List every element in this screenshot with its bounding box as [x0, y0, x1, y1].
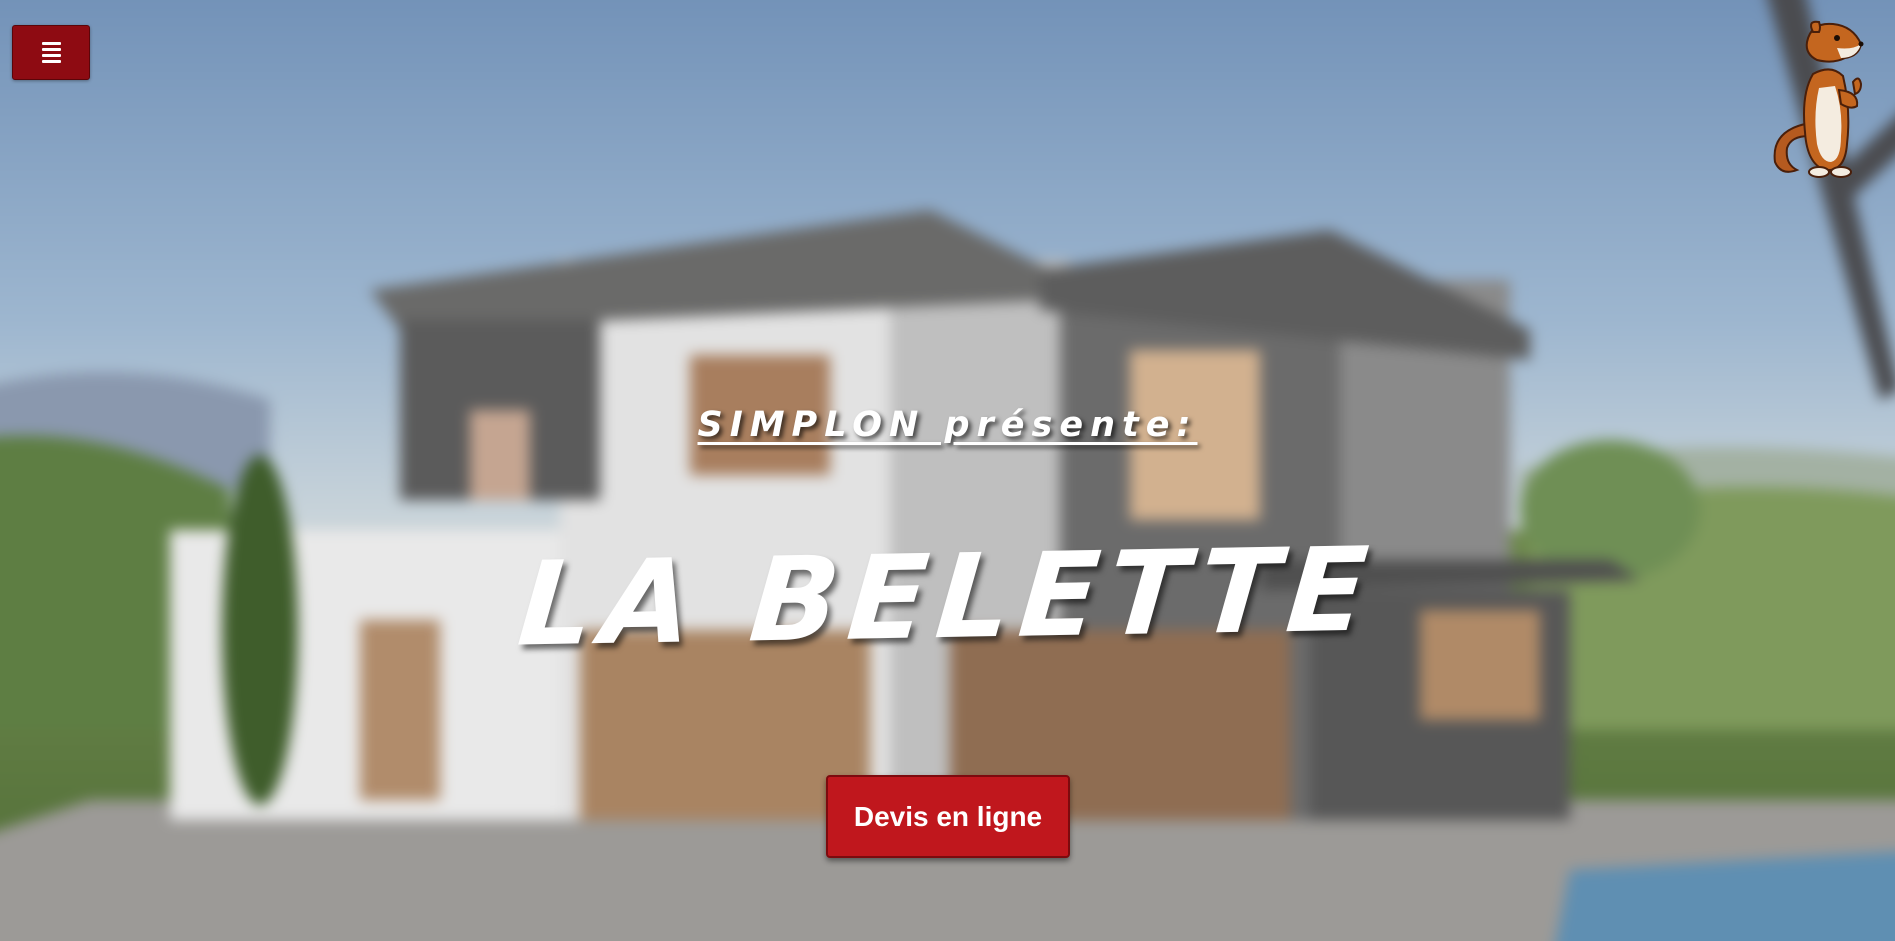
weasel-mascot-logo	[1767, 14, 1875, 186]
hero-subtitle: SIMPLON présente:	[697, 405, 1198, 445]
page: SIMPLON présente: LA BELETTE Devis en li…	[0, 0, 1895, 941]
menu-button[interactable]	[12, 25, 90, 80]
hamburger-menu-icon	[41, 42, 61, 63]
online-quote-button[interactable]: Devis en ligne	[826, 775, 1070, 858]
